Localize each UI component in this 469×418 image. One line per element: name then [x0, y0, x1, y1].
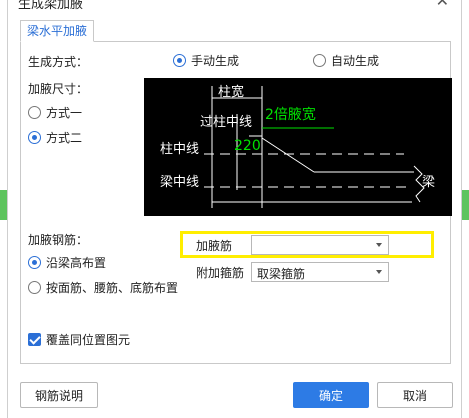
dialog-window: 生成梁加腋 ✕ 梁水平加腋 生成方式： 手动生成 自动生成 加腋尺寸： 方式一 … [7, 0, 462, 418]
radio-along-beam-height[interactable]: 沿梁高布置 [28, 254, 106, 271]
close-icon[interactable]: ✕ [436, 0, 449, 10]
title-bar: 生成梁加腋 ✕ [8, 0, 461, 14]
stirrup-value: 取梁箍筋 [257, 267, 306, 281]
radio-auto-generate[interactable]: 自动生成 [313, 52, 379, 69]
radio-manual-generate[interactable]: 手动生成 [173, 52, 239, 69]
radio-auto-label: 自动生成 [331, 54, 380, 68]
rebar-help-button[interactable]: 钢筋说明 [20, 382, 98, 408]
diagram-beam-center-label: 梁中线 [160, 175, 199, 190]
radio-along-beam-height-label: 沿梁高布置 [46, 256, 107, 270]
tab-beam-horizontal-haunch[interactable]: 梁水平加腋 [20, 20, 95, 42]
haunch-size-label: 加腋尺寸： [28, 82, 89, 96]
radio-by-face-rebar-label: 按面筋、腰筋、底筋布置 [46, 281, 179, 295]
overwrite-label: 覆盖同位置图元 [46, 333, 131, 347]
diagram-column-center-label: 柱中线 [160, 142, 199, 157]
background-strip-left [0, 190, 7, 220]
ok-button[interactable]: 确定 [293, 382, 369, 408]
haunch-diagram: 柱宽 过柱中线 柱中线 梁中线 梁 2倍腋宽 220 [144, 78, 452, 216]
dialog-title: 生成梁加腋 [18, 0, 84, 12]
haunch-bar-label: 加腋筋 [196, 239, 233, 253]
stirrup-select[interactable]: 取梁箍筋 [251, 262, 389, 282]
radio-circle [313, 54, 326, 67]
chevron-down-icon [376, 270, 382, 274]
radio-method-two[interactable]: 方式二 [28, 129, 82, 146]
background-strip-right [462, 190, 469, 220]
radio-circle [28, 106, 41, 119]
chevron-down-icon [376, 243, 382, 247]
haunch-bar-select[interactable] [251, 235, 389, 255]
stirrup-label: 附加箍筋 [196, 266, 245, 280]
radio-method-one[interactable]: 方式一 [28, 104, 82, 121]
radio-circle [28, 131, 41, 144]
radio-by-face-rebar[interactable]: 按面筋、腰筋、底筋布置 [28, 279, 178, 296]
radio-manual-label: 手动生成 [191, 54, 240, 68]
haunch-rebar-label: 加腋钢筋： [28, 233, 89, 247]
radio-circle [28, 281, 41, 294]
diagram-through-column-line-label: 过柱中线 [200, 115, 252, 130]
radio-circle [173, 54, 186, 67]
checkbox-checked-icon [28, 333, 41, 346]
overwrite-checkbox[interactable]: 覆盖同位置图元 [28, 331, 130, 348]
generation-mode-label: 生成方式： [28, 55, 89, 69]
radio-method-one-label: 方式一 [46, 106, 83, 120]
radio-circle [28, 256, 41, 269]
cancel-button[interactable]: 取消 [377, 382, 453, 408]
diagram-dimension-label: 220 [234, 138, 261, 154]
radio-method-two-label: 方式二 [46, 131, 83, 145]
diagram-beam-label: 梁 [422, 175, 435, 190]
diagram-column-width-label: 柱宽 [218, 84, 244, 100]
diagram-double-haunch-width-label: 2倍腋宽 [265, 106, 316, 123]
